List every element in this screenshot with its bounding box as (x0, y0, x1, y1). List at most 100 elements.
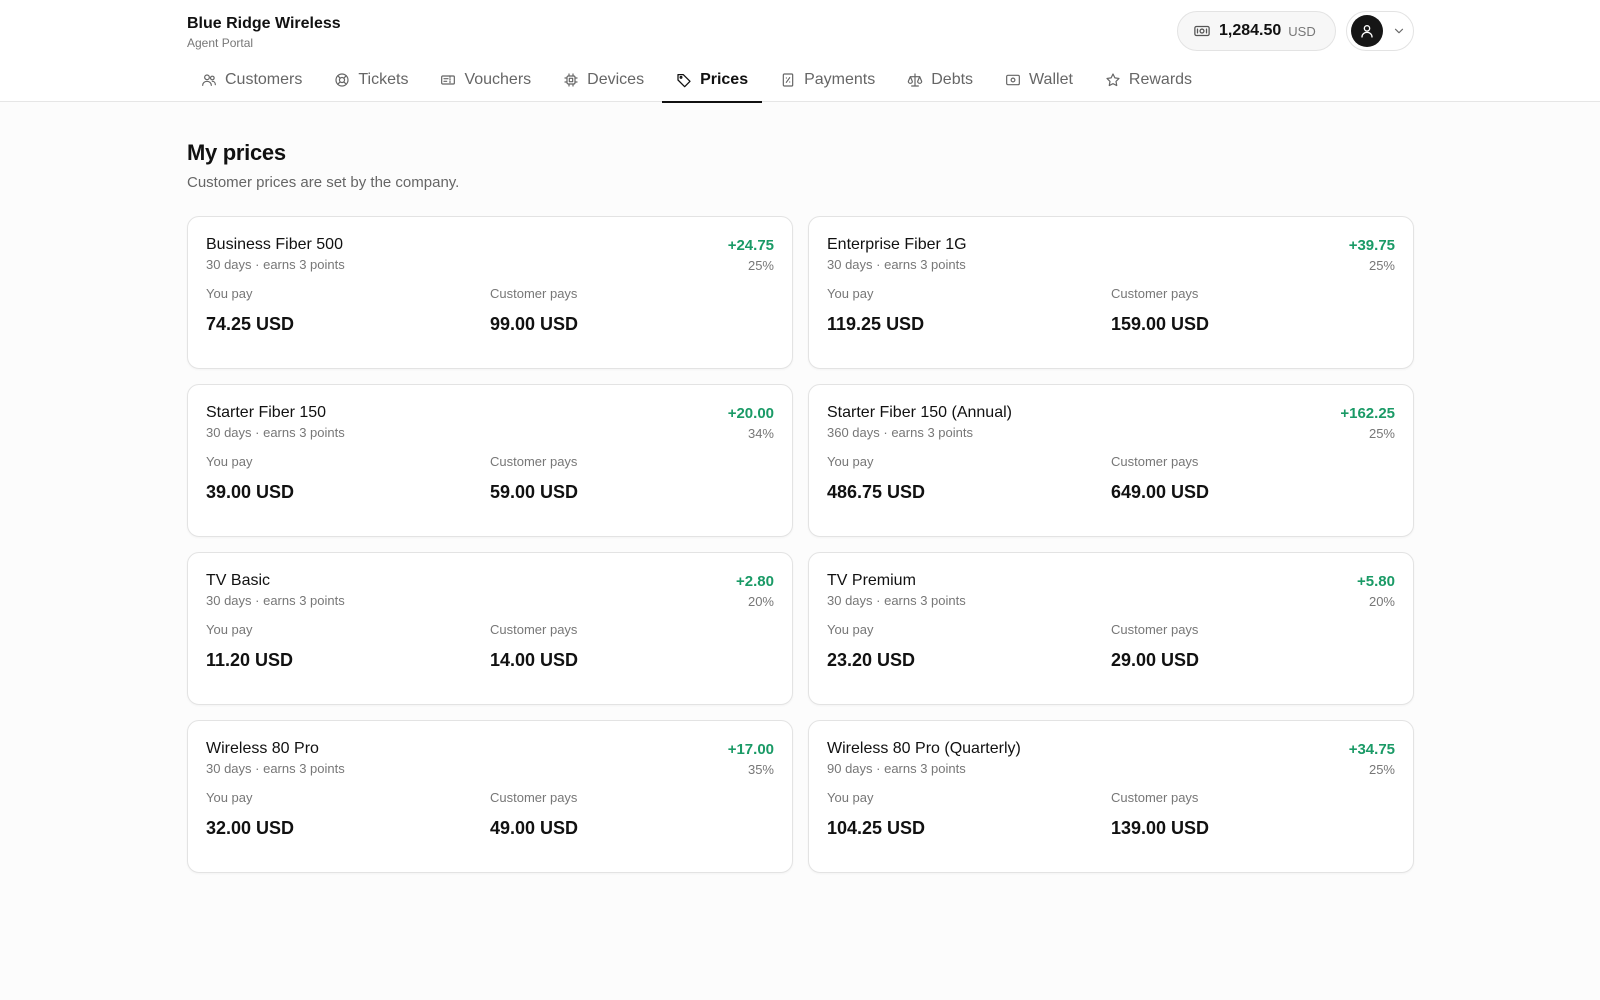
tab-devices[interactable]: Devices (549, 58, 658, 102)
tab-tickets[interactable]: Tickets (320, 58, 422, 102)
customer-pays-value: 49.00 USD (490, 818, 579, 838)
profit-percent: 35% (747, 762, 774, 777)
you-pay-label: You pay (827, 454, 874, 469)
profit-percent: 25% (1368, 762, 1395, 777)
price-card-business-fiber-500[interactable]: Business Fiber 500 30 days · earns 3 poi… (187, 216, 793, 369)
you-pay: You pay 74.25 USD (206, 285, 490, 335)
user-menu-button[interactable] (1346, 11, 1414, 51)
tab-wallet[interactable]: Wallet (991, 58, 1087, 102)
you-pay-value: 104.25 USD (827, 818, 926, 838)
profit-amount: +34.75 (1348, 741, 1395, 758)
balance-amount: 1,284.50 (1219, 22, 1282, 39)
you-pay: You pay 486.75 USD (827, 453, 1111, 503)
customer-pays-label: Customer pays (490, 790, 578, 805)
plan-name: TV Premium (827, 572, 916, 589)
tab-vouchers[interactable]: Vouchers (426, 58, 545, 102)
customer-pays-label: Customer pays (1111, 454, 1199, 469)
brand[interactable]: Blue Ridge Wireless Agent Portal (187, 14, 341, 50)
scale-icon (907, 73, 923, 87)
price-row: You pay 486.75 USD Customer pays 649.00 … (827, 453, 1395, 503)
profit-amount: +162.25 (1340, 405, 1395, 422)
tab-label: Vouchers (464, 71, 532, 88)
customer-pays-value: 139.00 USD (1111, 818, 1210, 838)
tab-rewards[interactable]: Rewards (1091, 58, 1206, 102)
customer-pays: Customer pays 14.00 USD (490, 621, 774, 671)
star-icon (1106, 73, 1120, 87)
main-nav: Customers Tickets Vouchers Devices Price… (187, 58, 1210, 103)
customer-pays-label: Customer pays (1111, 622, 1199, 637)
price-card-tv-premium[interactable]: TV Premium 30 days · earns 3 points +5.8… (808, 552, 1414, 705)
you-pay: You pay 119.25 USD (827, 285, 1111, 335)
cash-icon (1194, 25, 1210, 37)
you-pay: You pay 23.20 USD (827, 621, 1111, 671)
plan-meta: 30 days · earns 3 points (206, 593, 345, 608)
customer-pays-value: 159.00 USD (1111, 314, 1210, 334)
price-row: You pay 119.25 USD Customer pays 159.00 … (827, 285, 1395, 335)
customer-pays-label: Customer pays (490, 622, 578, 637)
avatar (1351, 15, 1383, 47)
price-card-starter-fiber-150[interactable]: Starter Fiber 150 30 days · earns 3 poin… (187, 384, 793, 537)
brand-subtitle: Agent Portal (187, 36, 254, 50)
profit-percent: 25% (1368, 258, 1395, 273)
price-card-tv-basic[interactable]: TV Basic 30 days · earns 3 points +2.80 … (187, 552, 793, 705)
receipt-icon (782, 73, 794, 87)
you-pay-value: 74.25 USD (206, 314, 295, 334)
customer-pays: Customer pays 139.00 USD (1111, 789, 1395, 839)
plan-name: Wireless 80 Pro (206, 740, 319, 757)
plan-name: Starter Fiber 150 (206, 404, 327, 421)
customer-pays: Customer pays 49.00 USD (490, 789, 774, 839)
profit-percent: 20% (747, 594, 774, 609)
users-icon (202, 74, 216, 86)
tab-customers[interactable]: Customers (187, 58, 316, 102)
profit-amount: +20.00 (727, 405, 774, 422)
wallet-balance[interactable]: 1,284.50 USD (1177, 11, 1336, 51)
tab-label: Payments (804, 71, 876, 88)
customer-pays-value: 59.00 USD (490, 482, 579, 502)
plan-meta: 30 days · earns 3 points (206, 761, 345, 776)
you-pay-label: You pay (206, 622, 253, 637)
you-pay-label: You pay (206, 790, 253, 805)
you-pay: You pay 39.00 USD (206, 453, 490, 503)
profit-amount: +2.80 (736, 573, 774, 590)
price-card-starter-fiber-150-annual[interactable]: Starter Fiber 150 (Annual) 360 days · ea… (808, 384, 1414, 537)
customer-pays-value: 99.00 USD (490, 314, 579, 334)
price-row: You pay 32.00 USD Customer pays 49.00 US… (206, 789, 774, 839)
customer-pays-value: 29.00 USD (1111, 650, 1200, 670)
plan-meta: 30 days · earns 3 points (206, 425, 345, 440)
customer-pays-value: 14.00 USD (490, 650, 579, 670)
user-icon (1361, 25, 1373, 38)
plan-name: Enterprise Fiber 1G (827, 236, 967, 253)
tab-debts[interactable]: Debts (893, 58, 987, 102)
plan-name: Wireless 80 Pro (Quarterly) (827, 740, 1021, 757)
tab-label: Rewards (1128, 71, 1193, 88)
you-pay: You pay 32.00 USD (206, 789, 490, 839)
customer-pays: Customer pays 59.00 USD (490, 453, 774, 503)
brand-name: Blue Ridge Wireless (187, 15, 341, 32)
you-pay-value: 23.20 USD (827, 650, 916, 670)
tab-prices[interactable]: Prices (662, 58, 763, 103)
tab-label: Devices (587, 71, 645, 88)
lifebuoy-icon (335, 73, 349, 87)
profit-percent: 25% (747, 258, 774, 273)
you-pay-value: 32.00 USD (206, 818, 295, 838)
price-row: You pay 74.25 USD Customer pays 99.00 US… (206, 285, 774, 335)
wallet-icon (1006, 74, 1020, 86)
plan-name: Starter Fiber 150 (Annual) (827, 404, 1012, 421)
plan-meta: 30 days · earns 3 points (827, 593, 966, 608)
tab-payments[interactable]: Payments (766, 58, 889, 102)
customer-pays-label: Customer pays (1111, 790, 1199, 805)
price-row: You pay 104.25 USD Customer pays 139.00 … (827, 789, 1395, 839)
you-pay-value: 39.00 USD (206, 482, 295, 502)
page-subtitle: Customer prices are set by the company. (187, 174, 460, 191)
price-card-enterprise-fiber-1g[interactable]: Enterprise Fiber 1G 30 days · earns 3 po… (808, 216, 1414, 369)
price-card-wireless-80-pro[interactable]: Wireless 80 Pro 30 days · earns 3 points… (187, 720, 793, 873)
profit-amount: +5.80 (1357, 573, 1395, 590)
you-pay: You pay 104.25 USD (827, 789, 1111, 839)
you-pay-value: 11.20 USD (206, 650, 294, 670)
chip-icon (564, 73, 578, 87)
tab-label: Debts (931, 71, 974, 88)
customer-pays-label: Customer pays (490, 454, 578, 469)
you-pay-label: You pay (827, 286, 874, 301)
price-card-wireless-80-pro-quarterly[interactable]: Wireless 80 Pro (Quarterly) 90 days · ea… (808, 720, 1414, 873)
balance-currency: USD (1288, 23, 1316, 39)
